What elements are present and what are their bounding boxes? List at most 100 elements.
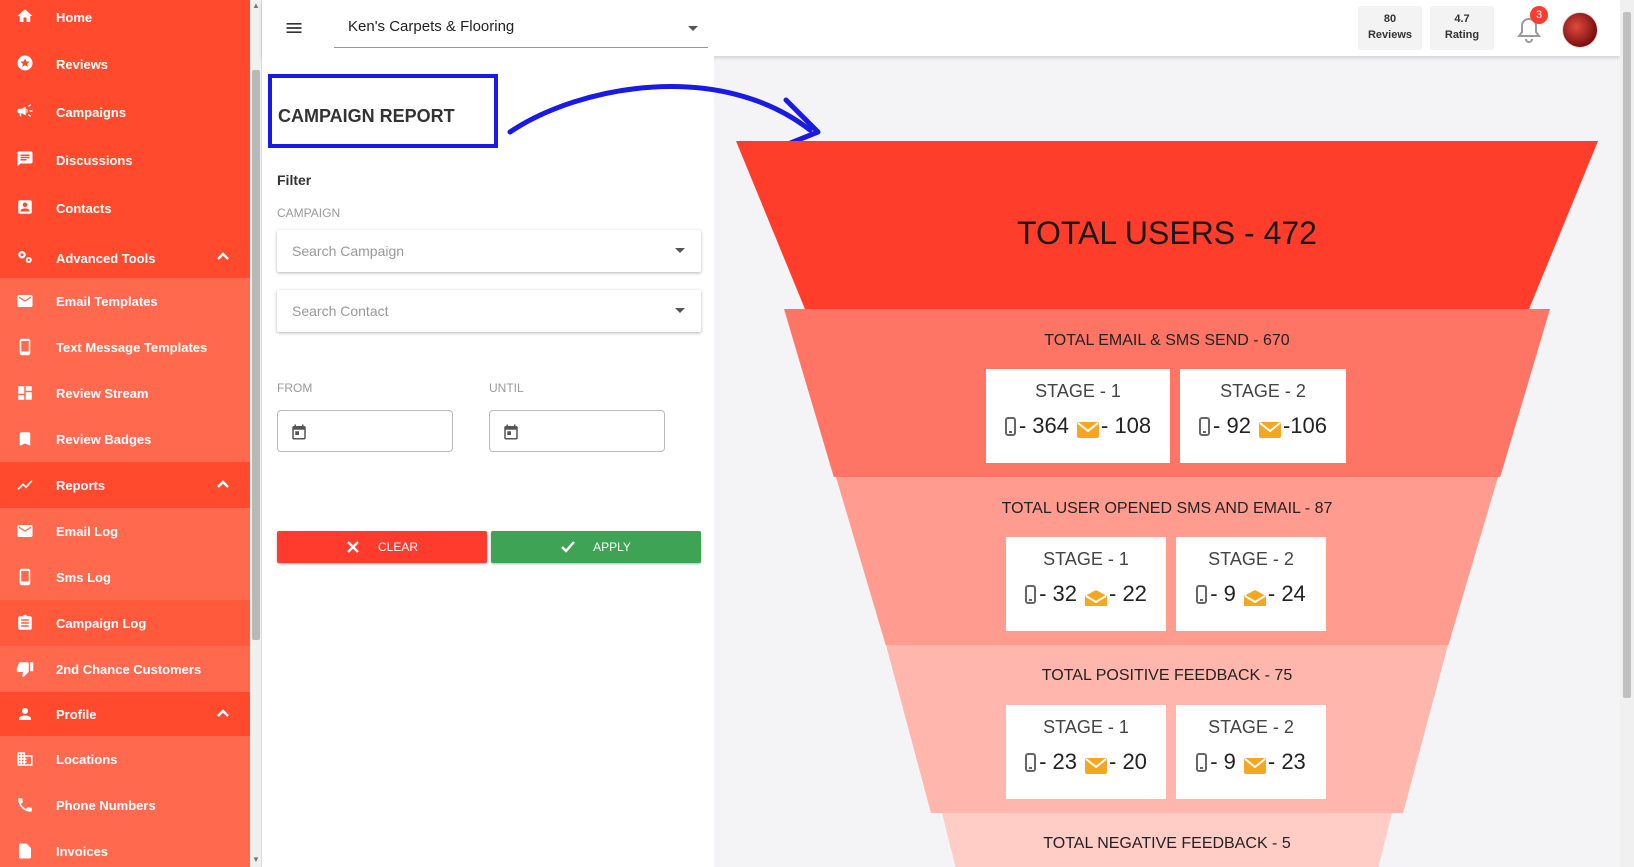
invoice-icon bbox=[14, 840, 36, 862]
phone-call-icon bbox=[14, 794, 36, 816]
notification-badge: 3 bbox=[1530, 6, 1548, 24]
email-count: -106 bbox=[1282, 413, 1327, 438]
contacts-icon bbox=[14, 196, 36, 218]
chevron-down-icon[interactable] bbox=[675, 308, 685, 313]
sidebar-scrollbar[interactable]: ▲ ▼ bbox=[250, 0, 262, 867]
search-campaign-placeholder: Search Campaign bbox=[292, 243, 405, 259]
sidebar-item-email-log[interactable]: Email Log bbox=[0, 508, 250, 554]
sidebar-item-phone-numbers[interactable]: Phone Numbers bbox=[0, 782, 250, 828]
phone-icon bbox=[1004, 416, 1016, 436]
stage-title: STAGE - 2 bbox=[1208, 549, 1294, 569]
gears-icon bbox=[14, 246, 36, 268]
business-select[interactable]: Ken's Carpets & Flooring bbox=[334, 10, 708, 48]
sent-stage-1-card: STAGE - 1 - 364 - 108 bbox=[986, 369, 1170, 463]
phone-icon bbox=[1199, 416, 1211, 436]
chevron-up-icon[interactable] bbox=[216, 250, 230, 264]
sidebar-item-label: Campaigns bbox=[56, 105, 127, 120]
phone-icon bbox=[1196, 752, 1208, 772]
positive-title: TOTAL POSITIVE FEEDBACK - 75 bbox=[1041, 667, 1293, 684]
stage-title: STAGE - 1 bbox=[1035, 381, 1121, 401]
sms-count: - 23 bbox=[1039, 749, 1077, 774]
opened-stage-1-card: STAGE - 1 - 32 - 22 bbox=[1006, 537, 1166, 631]
rating-label: Rating bbox=[1444, 29, 1480, 41]
mail-icon bbox=[1258, 418, 1281, 438]
sidebar-item-campaigns[interactable]: Campaigns bbox=[0, 94, 250, 128]
total-users-text: TOTAL USERS - 472 bbox=[1017, 215, 1317, 251]
sidebar-item-contacts[interactable]: Contacts bbox=[0, 190, 250, 224]
from-date-field[interactable] bbox=[277, 410, 453, 452]
sms-count: - 364 bbox=[1018, 413, 1069, 438]
sms-count: - 32 bbox=[1039, 581, 1077, 606]
stage-title: STAGE - 1 bbox=[1043, 717, 1129, 737]
sidebar-item-2nd-chance-customers[interactable]: 2nd Chance Customers bbox=[0, 646, 250, 692]
phone-icon bbox=[1025, 584, 1037, 604]
sidebar-item-review-badges[interactable]: Review Badges bbox=[0, 416, 250, 462]
phone-icon bbox=[1196, 584, 1208, 604]
main-scrollbar[interactable] bbox=[1620, 0, 1634, 867]
hamburger-menu-icon[interactable] bbox=[284, 18, 304, 38]
sidebar-item-email-templates[interactable]: Email Templates bbox=[0, 278, 250, 324]
search-contact-input[interactable]: Search Contact bbox=[277, 290, 701, 332]
mail-icon bbox=[14, 290, 36, 312]
sidebar-item-review-stream[interactable]: Review Stream bbox=[0, 370, 250, 416]
calendar-icon[interactable] bbox=[290, 423, 308, 441]
stage-title: STAGE - 2 bbox=[1220, 381, 1306, 401]
chevron-down-icon bbox=[688, 26, 698, 31]
open-mail-icon bbox=[1243, 586, 1266, 606]
sent-stage-2-card: STAGE - 2 - 92 -106 bbox=[1180, 369, 1346, 463]
sidebar-item-advanced-tools[interactable]: Advanced Tools bbox=[0, 240, 250, 274]
sidebar-item-label: Reviews bbox=[56, 57, 109, 72]
funnel-sent: TOTAL EMAIL & SMS SEND - 670 STAGE - 1 -… bbox=[784, 309, 1550, 477]
sidebar-item-reviews[interactable]: Reviews bbox=[0, 46, 250, 80]
rating-stat[interactable]: 4.7 Rating bbox=[1430, 6, 1494, 50]
sidebar-item-label: Invoices bbox=[56, 844, 109, 859]
building-icon bbox=[14, 748, 36, 770]
clear-button[interactable]: CLEAR bbox=[277, 531, 487, 563]
funnel-opened: TOTAL USER OPENED SMS AND EMAIL - 87 STA… bbox=[836, 477, 1498, 645]
sidebar-item-locations[interactable]: Locations bbox=[0, 736, 250, 782]
close-icon bbox=[347, 541, 359, 553]
clear-button-label: CLEAR bbox=[377, 540, 418, 554]
check-icon bbox=[561, 541, 575, 553]
calendar-icon[interactable] bbox=[502, 423, 520, 441]
email-count: - 108 bbox=[1101, 413, 1152, 438]
search-campaign-input[interactable]: Search Campaign bbox=[277, 230, 701, 272]
sidebar-item-home[interactable]: Home bbox=[0, 0, 250, 34]
sidebar-item-label: Contacts bbox=[56, 201, 112, 216]
chevron-down-icon[interactable] bbox=[675, 248, 685, 253]
sidebar-item-invoices[interactable]: Invoices bbox=[0, 828, 250, 867]
chat-icon bbox=[14, 148, 36, 170]
avatar[interactable] bbox=[1562, 12, 1598, 48]
chart-icon bbox=[14, 474, 36, 496]
sidebar-item-profile[interactable]: Profile bbox=[0, 692, 250, 736]
stage-title: STAGE - 2 bbox=[1208, 717, 1294, 737]
scroll-down-arrow-icon[interactable]: ▼ bbox=[252, 856, 260, 864]
sidebar-item-label: Review Stream bbox=[56, 386, 149, 401]
scroll-up-arrow-icon[interactable]: ▲ bbox=[252, 2, 260, 10]
email-count: - 20 bbox=[1109, 749, 1147, 774]
reviews-stat[interactable]: 80 Reviews bbox=[1358, 6, 1422, 50]
sidebar-item-label: Review Badges bbox=[56, 432, 152, 447]
email-count: - 22 bbox=[1109, 581, 1147, 606]
negative-title: TOTAL NEGATIVE FEEDBACK - 5 bbox=[1043, 835, 1291, 852]
sidebar-scrollbar-thumb[interactable] bbox=[252, 70, 260, 640]
until-date-field[interactable] bbox=[489, 410, 665, 452]
until-label: UNTIL bbox=[489, 381, 524, 395]
sidebar-item-discussions[interactable]: Discussions bbox=[0, 142, 250, 176]
sidebar-item-label: Advanced Tools bbox=[56, 251, 156, 266]
mail-icon bbox=[1085, 754, 1107, 774]
apply-button[interactable]: APPLY bbox=[491, 531, 701, 563]
apply-button-label: APPLY bbox=[593, 540, 631, 554]
sidebar-item-label: Locations bbox=[56, 752, 118, 767]
sidebar-item-reports[interactable]: Reports bbox=[0, 462, 250, 508]
rating-value: 4.7 bbox=[1454, 13, 1470, 25]
sidebar-item-label: Text Message Templates bbox=[56, 340, 208, 355]
chevron-up-icon[interactable] bbox=[216, 478, 230, 492]
megaphone-icon bbox=[14, 100, 36, 122]
main-scrollbar-thumb[interactable] bbox=[1623, 12, 1631, 698]
sidebar-item-sms-log[interactable]: Sms Log bbox=[0, 554, 250, 600]
chevron-up-icon[interactable] bbox=[216, 707, 230, 721]
sidebar-item-text-message-templates[interactable]: Text Message Templates bbox=[0, 324, 250, 370]
sidebar-item-campaign-log[interactable]: Campaign Log bbox=[0, 600, 250, 646]
reviews-label: Reviews bbox=[1367, 29, 1413, 41]
